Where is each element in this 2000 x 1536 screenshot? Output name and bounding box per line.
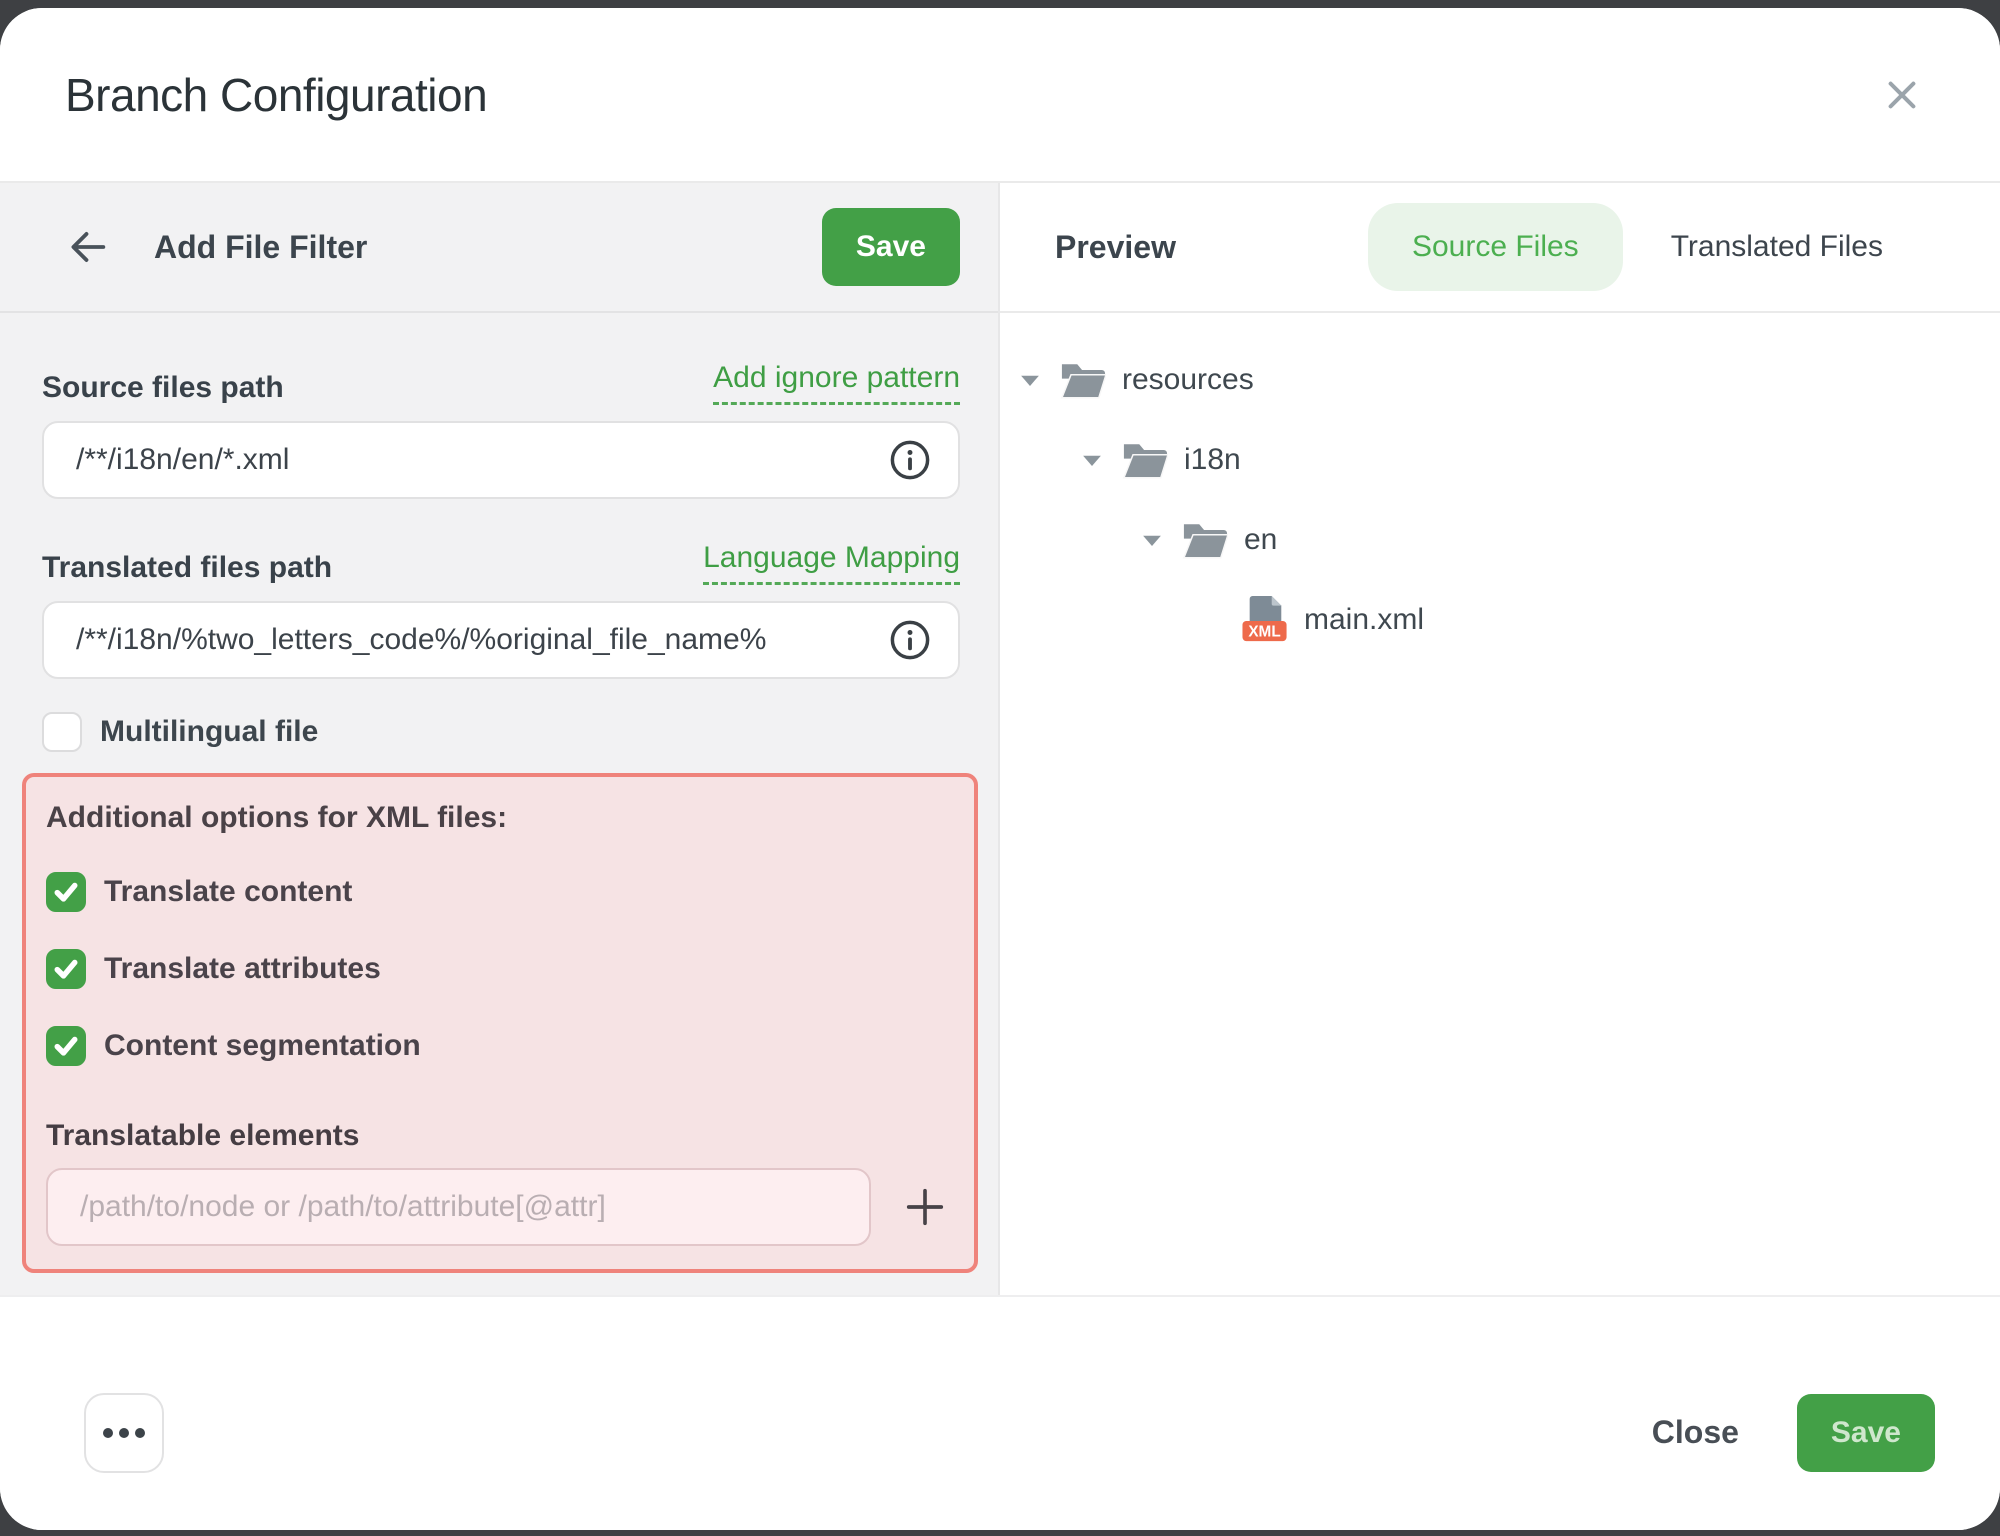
source-path-field: [42, 421, 960, 499]
branch-configuration-modal: Branch Configuration Add File: [0, 8, 2000, 1530]
preview-subheader: Preview Source Files Translated Files: [1000, 183, 2000, 313]
folder-icon: [1060, 360, 1106, 400]
back-button[interactable]: [60, 219, 116, 275]
tree-label: resources: [1122, 363, 1254, 397]
filter-panel-title: Add File Filter: [154, 229, 367, 266]
tab-translated-files[interactable]: Translated Files: [1627, 203, 1927, 291]
check-icon: [51, 1031, 81, 1061]
translatable-elements-field: [46, 1168, 871, 1246]
add-translatable-element-button[interactable]: [901, 1183, 949, 1231]
folder-icon: [1122, 440, 1168, 480]
file-tree: resources i18n: [1000, 313, 2000, 660]
translated-path-info-button[interactable]: [886, 616, 934, 664]
translate-attributes-label: Translate attributes: [104, 952, 381, 986]
check-icon: [51, 877, 81, 907]
tree-label: i18n: [1184, 443, 1241, 477]
file-filter-panel: Add File Filter Save Source files path A…: [0, 183, 1000, 1295]
footer-close-button[interactable]: Close: [1652, 1414, 1739, 1451]
close-button[interactable]: [1874, 67, 1930, 123]
multilingual-checkbox[interactable]: [42, 712, 82, 752]
tree-row-en[interactable]: en: [1000, 500, 2000, 580]
info-icon: [888, 618, 932, 662]
translated-path-label: Translated files path: [42, 551, 332, 585]
add-ignore-pattern-link[interactable]: Add ignore pattern: [713, 361, 960, 405]
translate-attributes-row: Translate attributes: [46, 949, 956, 989]
content-segmentation-row: Content segmentation: [46, 1026, 956, 1066]
translate-attributes-checkbox[interactable]: [46, 949, 86, 989]
footer-save-button[interactable]: Save: [1797, 1394, 1935, 1472]
close-icon: [1881, 74, 1923, 116]
check-icon: [51, 954, 81, 984]
content-segmentation-label: Content segmentation: [104, 1029, 421, 1063]
folder-icon: [1182, 520, 1228, 560]
source-path-label: Source files path: [42, 371, 284, 405]
tree-row-i18n[interactable]: i18n: [1000, 420, 2000, 500]
plus-icon: [902, 1184, 948, 1230]
caret-down-icon[interactable]: [1080, 453, 1104, 468]
tree-row-main-xml[interactable]: XML main.xml: [1000, 580, 2000, 660]
back-arrow-icon: [65, 224, 111, 270]
xml-options-heading: Additional options for XML files:: [46, 801, 956, 835]
preview-title: Preview: [1055, 229, 1176, 266]
info-icon: [888, 438, 932, 482]
multilingual-label: Multilingual file: [100, 715, 318, 749]
source-path-info-button[interactable]: [886, 436, 934, 484]
caret-down-icon[interactable]: [1018, 373, 1042, 388]
translatable-elements-input[interactable]: [80, 1190, 845, 1224]
translate-content-label: Translate content: [104, 875, 352, 909]
tab-source-files[interactable]: Source Files: [1368, 203, 1623, 291]
caret-down-icon[interactable]: [1140, 533, 1164, 548]
modal-title: Branch Configuration: [65, 68, 487, 122]
preview-tabs: Source Files Translated Files: [1368, 203, 1927, 291]
source-path-input[interactable]: [76, 443, 886, 477]
tree-label: main.xml: [1304, 603, 1424, 637]
ellipsis-icon: [103, 1428, 145, 1438]
multilingual-row: Multilingual file: [42, 712, 960, 752]
filter-form: Source files path Add ignore pattern: [0, 313, 998, 1273]
translatable-elements-label: Translatable elements: [46, 1119, 956, 1153]
modal-footer: Close Save: [0, 1295, 2000, 1530]
tree-label: en: [1244, 523, 1277, 557]
xml-options-section: Additional options for XML files: Transl…: [22, 773, 978, 1273]
more-options-button[interactable]: [84, 1393, 164, 1473]
translated-path-field: [42, 601, 960, 679]
modal-header: Branch Configuration: [0, 8, 2000, 183]
language-mapping-link[interactable]: Language Mapping: [703, 541, 960, 585]
modal-body: Add File Filter Save Source files path A…: [0, 183, 2000, 1295]
translated-path-input[interactable]: [76, 623, 886, 657]
translate-content-row: Translate content: [46, 872, 956, 912]
preview-panel: Preview Source Files Translated Files: [1000, 183, 2000, 1295]
translate-content-checkbox[interactable]: [46, 872, 86, 912]
filter-save-button[interactable]: Save: [822, 208, 960, 286]
translatable-elements-row: [46, 1168, 956, 1246]
content-segmentation-checkbox[interactable]: [46, 1026, 86, 1066]
tree-row-resources[interactable]: resources: [1000, 340, 2000, 420]
xml-file-icon: XML: [1242, 595, 1288, 645]
xml-badge: XML: [1248, 623, 1280, 640]
filter-subheader: Add File Filter Save: [0, 183, 998, 313]
